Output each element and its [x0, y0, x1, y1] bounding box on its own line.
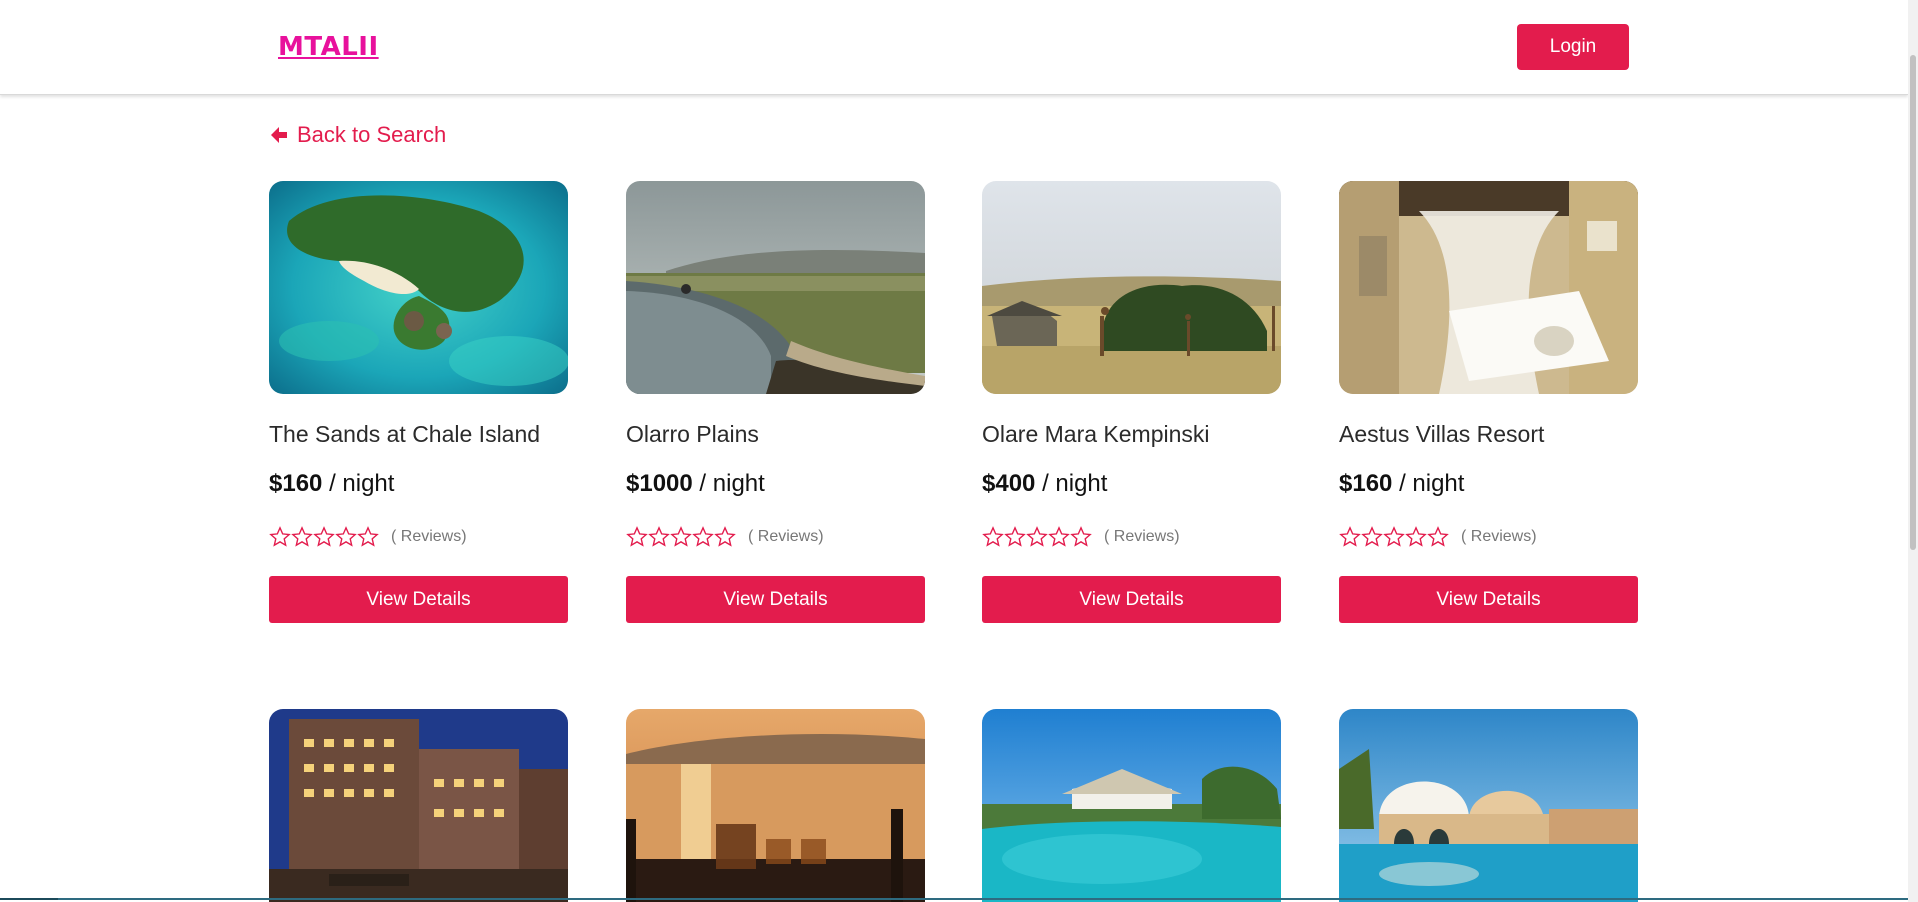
star-outline-icon: [1361, 526, 1383, 547]
scrollbar-thumb[interactable]: [1910, 55, 1916, 550]
star-outline-icon: [357, 526, 379, 547]
top-navbar: MTALII Login: [0, 0, 1908, 95]
hotel-image-savanna[interactable]: [982, 181, 1281, 394]
star-outline-icon: [1339, 526, 1361, 547]
review-count: ( Reviews): [748, 528, 824, 545]
star-outline-icon: [1026, 526, 1048, 547]
hotel-card: [982, 709, 1281, 902]
star-outline-icon: [692, 526, 714, 547]
price-unit: / night: [329, 470, 395, 497]
star-outline-icon: [313, 526, 335, 547]
logo[interactable]: MTALII: [278, 32, 379, 62]
view-details-button[interactable]: View Details: [626, 576, 925, 623]
bottom-divider: [0, 898, 1908, 900]
view-details-button[interactable]: View Details: [269, 576, 568, 623]
hotel-image-dome-villa[interactable]: [1339, 709, 1638, 902]
star-outline-icon: [269, 526, 291, 547]
hotel-image-island[interactable]: [269, 181, 568, 394]
hotel-card: The Sands at Chale Island $160 / night (…: [269, 181, 568, 623]
login-button[interactable]: Login: [1517, 24, 1629, 70]
star-outline-icon: [648, 526, 670, 547]
price-unit: / night: [1042, 470, 1108, 497]
star-outline-icon: [714, 526, 736, 547]
hotel-image-sunset-tea[interactable]: [626, 709, 925, 902]
hotel-card: [626, 709, 925, 902]
hotel-image-bedroom[interactable]: [1339, 181, 1638, 394]
view-details-button[interactable]: View Details: [1339, 576, 1638, 623]
back-link-label: Back to Search: [297, 122, 447, 147]
hotel-card: [1339, 709, 1638, 902]
star-outline-icon: [1048, 526, 1070, 547]
arrow-left-icon: [271, 127, 287, 143]
page-scrollbar[interactable]: [1908, 0, 1918, 902]
star-outline-icon: [1405, 526, 1427, 547]
rating-stars: ( Reviews): [1339, 526, 1537, 548]
view-details-button[interactable]: View Details: [982, 576, 1281, 623]
star-outline-icon: [670, 526, 692, 547]
hotel-card: Aestus Villas Resort $160 / night ( Revi…: [1339, 181, 1638, 623]
star-outline-icon: [982, 526, 1004, 547]
review-count: ( Reviews): [1104, 528, 1180, 545]
star-outline-icon: [1004, 526, 1026, 547]
hotel-card: [269, 709, 568, 902]
price-unit: / night: [699, 470, 765, 497]
star-outline-icon: [335, 526, 357, 547]
rating-stars: ( Reviews): [626, 526, 824, 548]
price-unit: / night: [1399, 470, 1465, 497]
back-to-search-link[interactable]: Back to Search: [269, 122, 446, 148]
hotel-image-city-hotel[interactable]: [269, 709, 568, 902]
star-outline-icon: [1427, 526, 1449, 547]
rating-stars: ( Reviews): [982, 526, 1180, 548]
hotel-price: $400 / night: [982, 470, 1107, 498]
hotel-name[interactable]: The Sands at Chale Island: [269, 421, 540, 448]
hotel-image-infinity-pool[interactable]: [626, 181, 925, 394]
star-outline-icon: [626, 526, 648, 547]
hotel-image-resort-pool[interactable]: [982, 709, 1281, 902]
hotel-card: Olare Mara Kempinski $400 / night ( Revi…: [982, 181, 1281, 623]
price-amount: $400: [982, 470, 1036, 497]
hotel-card: Olarro Plains $1000 / night ( Reviews) V…: [626, 181, 925, 623]
hotel-name[interactable]: Olare Mara Kempinski: [982, 421, 1210, 448]
review-count: ( Reviews): [1461, 528, 1537, 545]
review-count: ( Reviews): [391, 528, 467, 545]
star-outline-icon: [291, 526, 313, 547]
price-amount: $160: [1339, 470, 1393, 497]
price-amount: $1000: [626, 470, 693, 497]
hotel-name[interactable]: Olarro Plains: [626, 421, 759, 448]
hotel-price: $160 / night: [269, 470, 394, 498]
hotel-name[interactable]: Aestus Villas Resort: [1339, 421, 1544, 448]
hotel-price: $1000 / night: [626, 470, 765, 498]
star-outline-icon: [1383, 526, 1405, 547]
price-amount: $160: [269, 470, 323, 497]
star-outline-icon: [1070, 526, 1092, 547]
hotel-price: $160 / night: [1339, 470, 1464, 498]
rating-stars: ( Reviews): [269, 526, 467, 548]
